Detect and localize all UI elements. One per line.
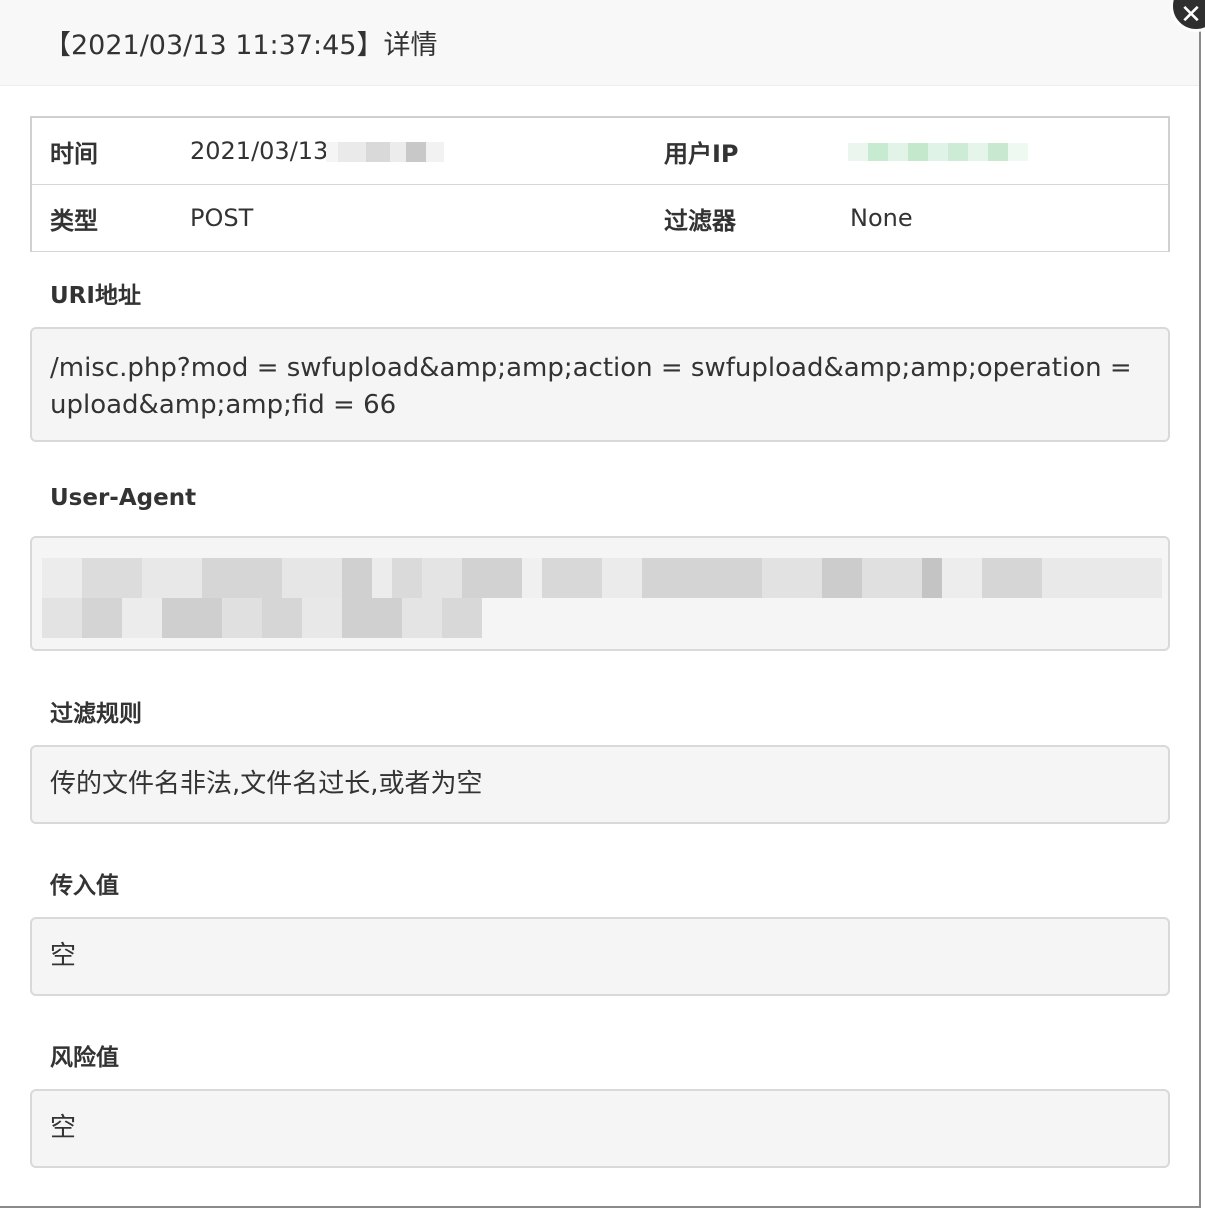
risk-value-label: 风险值 (50, 1045, 119, 1071)
rule-value: 传的文件名非法,文件名过长,或者为空 (50, 769, 483, 799)
filter-label: 过滤器 (664, 184, 848, 252)
time-value: 2021/03/13 (190, 137, 329, 165)
info-table: 时间 2021/03/13 用户IP 类型 POST 过滤器 None (30, 116, 1170, 252)
dialog-header: 【2021/03/13 11:37:45】详情 (0, 0, 1199, 86)
rule-label: 过滤规则 (50, 701, 142, 727)
table-row: 时间 2021/03/13 用户IP (30, 116, 1170, 185)
dialog-title: 【2021/03/13 11:37:45】详情 (44, 30, 438, 61)
uri-label: URI地址 (50, 283, 141, 309)
type-value: POST (172, 184, 664, 252)
uri-box: /misc.php?mod = swfupload&amp;amp;action… (30, 327, 1170, 442)
detail-dialog: 【2021/03/13 11:37:45】详情 时间 2021/03/13 用户… (0, 0, 1201, 1208)
close-icon: ✕ (1180, 0, 1202, 30)
time-value-cell: 2021/03/13 (172, 116, 664, 185)
rule-box: 传的文件名非法,文件名过长,或者为空 (30, 745, 1170, 824)
risk-value-box: 空 (30, 1089, 1170, 1168)
time-label: 时间 (30, 116, 172, 185)
user-agent-box (30, 536, 1170, 651)
ip-label: 用户IP (664, 116, 848, 185)
user-agent-mask (42, 558, 1162, 638)
risk-value: 空 (50, 1113, 77, 1143)
table-row: 类型 POST 过滤器 None (30, 184, 1170, 252)
input-value-box: 空 (30, 917, 1170, 996)
filter-value: None (848, 184, 1170, 252)
input-value: 空 (50, 941, 77, 971)
type-label: 类型 (30, 184, 172, 252)
time-mask (326, 142, 445, 162)
user-agent-label: User-Agent (50, 485, 197, 511)
input-value-label: 传入值 (50, 873, 119, 899)
ip-value-cell (848, 116, 1170, 185)
ip-mask (848, 143, 1028, 161)
